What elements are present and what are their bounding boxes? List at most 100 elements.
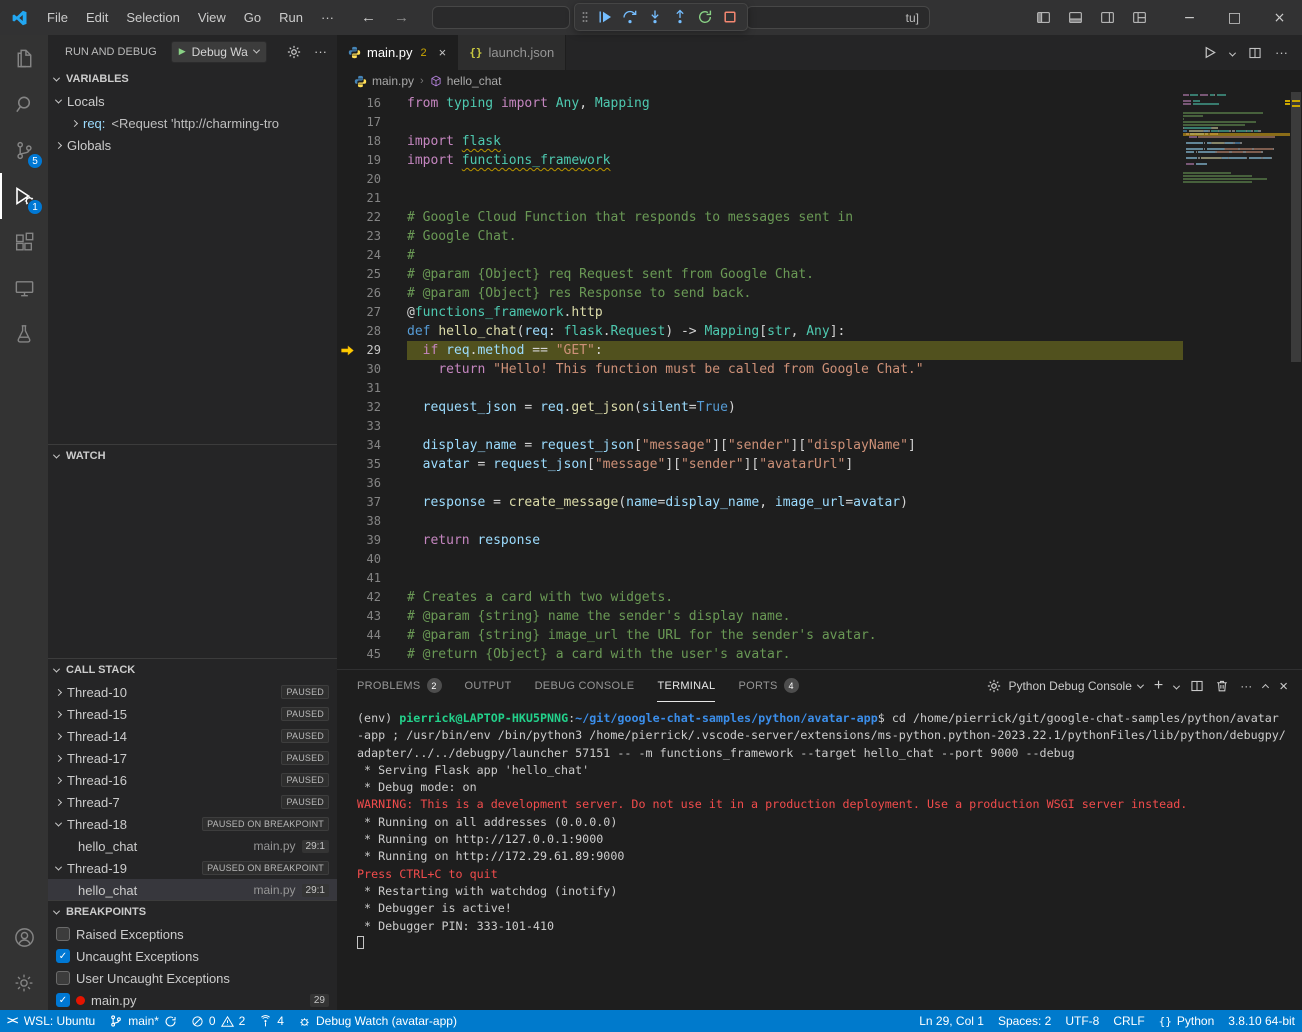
code-line[interactable]: 28def hello_chat(req: flask.Request) -> … xyxy=(337,322,1183,341)
step-over-button[interactable] xyxy=(618,5,642,29)
activity-explorer[interactable] xyxy=(0,35,48,81)
code-line[interactable]: 40 xyxy=(337,550,1183,569)
gutter-margin[interactable] xyxy=(337,246,357,265)
minimize-button[interactable]: − xyxy=(1167,0,1212,35)
breakpoint-row[interactable]: Raised Exceptions xyxy=(48,923,337,945)
code-line[interactable]: 35 avatar = request_json["message"]["sen… xyxy=(337,455,1183,474)
thread-row[interactable]: Thread-17PAUSED xyxy=(48,747,337,769)
code-line[interactable]: 24# xyxy=(337,246,1183,265)
panel-tab-problems[interactable]: PROBLEMS2 xyxy=(357,670,442,702)
gutter-margin[interactable] xyxy=(337,170,357,189)
code-line[interactable]: 26# @param {Object} res Response to send… xyxy=(337,284,1183,303)
gutter-margin[interactable] xyxy=(337,265,357,284)
gutter-margin[interactable] xyxy=(337,284,357,303)
breakpoint-checkbox[interactable] xyxy=(56,927,70,941)
maximize-panel-icon[interactable] xyxy=(1263,679,1268,693)
nav-forward-icon[interactable]: → xyxy=(394,9,409,26)
toggle-primary-sidebar-icon[interactable] xyxy=(1036,10,1051,25)
code-line[interactable]: 32 request_json = req.get_json(silent=Tr… xyxy=(337,398,1183,417)
debug-config-dropdown[interactable]: ▶ Debug Wa xyxy=(171,41,267,63)
thread-row[interactable]: Thread-15PAUSED xyxy=(48,703,337,725)
twisty-icon[interactable] xyxy=(55,776,62,783)
menu-selection[interactable]: Selection xyxy=(117,0,188,35)
code-line[interactable]: 16from typing import Any, Mapping xyxy=(337,94,1183,113)
stack-frame-row[interactable]: hello_chatmain.py29:1 xyxy=(48,879,337,900)
gutter-margin[interactable] xyxy=(337,569,357,588)
gutter-margin[interactable] xyxy=(337,132,357,151)
activity-run-and-debug[interactable]: 1 xyxy=(0,173,48,219)
thread-row[interactable]: Thread-10PAUSED xyxy=(48,681,337,703)
code-line[interactable]: 44# @param {string} image_url the URL fo… xyxy=(337,626,1183,645)
split-editor-icon[interactable] xyxy=(1248,46,1262,60)
code-line[interactable]: 19import functions_framework xyxy=(337,151,1183,170)
activity-accounts[interactable] xyxy=(0,914,48,960)
gutter-margin[interactable] xyxy=(337,588,357,607)
thread-row[interactable]: Thread-7PAUSED xyxy=(48,791,337,813)
thread-row[interactable]: Thread-16PAUSED xyxy=(48,769,337,791)
status-cursor-position[interactable]: Ln 29, Col 1 xyxy=(912,1010,991,1032)
gutter-margin[interactable] xyxy=(337,189,357,208)
code-editor[interactable]: 16from typing import Any, Mapping1718imp… xyxy=(337,92,1302,669)
scrollbar-thumb[interactable] xyxy=(1291,92,1301,362)
menu-more[interactable]: ··· xyxy=(312,0,343,35)
code-line[interactable]: 20 xyxy=(337,170,1183,189)
editor-scrollbar[interactable] xyxy=(1290,92,1302,669)
activity-extensions[interactable] xyxy=(0,219,48,265)
gutter-margin[interactable] xyxy=(337,493,357,512)
twisty-icon[interactable] xyxy=(55,688,62,695)
code-line[interactable]: 27@functions_framework.http xyxy=(337,303,1183,322)
gutter-margin[interactable] xyxy=(337,436,357,455)
activity-testing[interactable] xyxy=(0,311,48,357)
terminal-picker[interactable]: Python Debug Console xyxy=(986,678,1142,694)
menu-edit[interactable]: Edit xyxy=(77,0,117,35)
gutter-margin[interactable] xyxy=(337,379,357,398)
gutter-margin[interactable] xyxy=(337,626,357,645)
variables-row[interactable]: req:<Request 'http://charming-tro xyxy=(48,112,337,134)
terminal-output[interactable]: (env) pierrick@LAPTOP-HKU5PNNG:~/git/goo… xyxy=(337,702,1302,1010)
breadcrumb-item-main.py[interactable]: main.py xyxy=(354,74,414,88)
code-line[interactable]: 22# Google Cloud Function that responds … xyxy=(337,208,1183,227)
minimap[interactable] xyxy=(1183,94,1290,669)
twisty-icon[interactable] xyxy=(55,863,62,870)
maximize-button[interactable]: □ xyxy=(1212,0,1257,35)
editor-more-actions-icon[interactable]: ··· xyxy=(1275,45,1288,60)
gutter-margin[interactable] xyxy=(337,113,357,132)
twisty-icon[interactable] xyxy=(55,96,62,103)
status-python-interpreter[interactable]: 3.8.10 64-bit xyxy=(1221,1010,1302,1032)
breadcrumb-item-hello_chat[interactable]: hello_chat xyxy=(430,74,502,88)
tab-main.py[interactable]: main.py2× xyxy=(337,35,458,70)
twisty-icon[interactable] xyxy=(55,798,62,805)
current-frame-arrow-icon[interactable] xyxy=(337,341,357,360)
watch-header[interactable]: WATCH xyxy=(48,445,337,467)
code-line[interactable]: 25# @param {Object} req Request sent fro… xyxy=(337,265,1183,284)
code-line[interactable]: 17 xyxy=(337,113,1183,132)
thread-row[interactable]: Thread-14PAUSED xyxy=(48,725,337,747)
command-center-title[interactable]: tu] xyxy=(746,6,930,29)
close-button[interactable]: × xyxy=(1257,0,1302,35)
panel-more-actions-icon[interactable]: ··· xyxy=(1240,679,1252,693)
twisty-icon[interactable] xyxy=(55,710,62,717)
gutter-margin[interactable] xyxy=(337,607,357,626)
drag-handle-icon[interactable] xyxy=(581,9,589,25)
status-indentation[interactable]: Spaces: 2 xyxy=(991,1010,1058,1032)
breakpoints-header[interactable]: BREAKPOINTS xyxy=(48,901,337,923)
breakpoint-row[interactable]: ✓Uncaught Exceptions xyxy=(48,945,337,967)
panel-tab-ports[interactable]: PORTS4 xyxy=(738,670,798,702)
toggle-secondary-sidebar-icon[interactable] xyxy=(1100,10,1115,25)
gutter-margin[interactable] xyxy=(337,417,357,436)
gutter-margin[interactable] xyxy=(337,474,357,493)
activity-source-control[interactable]: 5 xyxy=(0,127,48,173)
thread-row[interactable]: Thread-18PAUSED ON BREAKPOINT xyxy=(48,813,337,835)
code-line[interactable]: 30 return "Hello! This function must be … xyxy=(337,360,1183,379)
toggle-panel-icon[interactable] xyxy=(1068,10,1083,25)
gutter-margin[interactable] xyxy=(337,208,357,227)
nav-back-icon[interactable]: ← xyxy=(361,9,376,26)
breakpoint-row[interactable]: ✓main.py29 xyxy=(48,989,337,1010)
run-python-file-icon[interactable] xyxy=(1202,45,1217,60)
status-remote-indicator[interactable]: ><WSL: Ubuntu xyxy=(0,1010,102,1032)
code-line[interactable]: 31 xyxy=(337,379,1183,398)
twisty-icon[interactable] xyxy=(55,754,62,761)
tab-launch.json[interactable]: {}launch.json xyxy=(458,35,566,70)
status-problems-summary[interactable]: 02 xyxy=(184,1010,252,1032)
thread-row[interactable]: Thread-19PAUSED ON BREAKPOINT xyxy=(48,857,337,879)
